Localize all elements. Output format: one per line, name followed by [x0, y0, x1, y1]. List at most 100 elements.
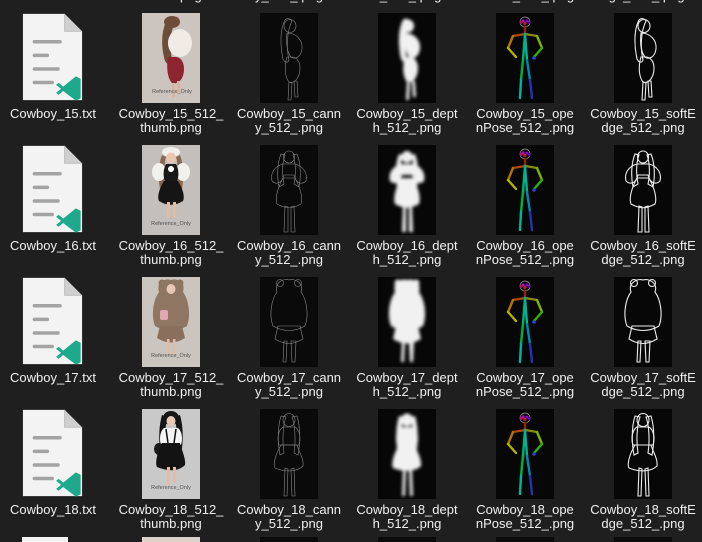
file-name-line: nPose_512_.png: [476, 0, 574, 3]
file-name-line: thumb.png: [140, 120, 202, 135]
file-item-softedge[interactable]: Cowboy_15_softE dge_512_.png: [584, 12, 702, 135]
file-name-line: nPose_512_.png: [475, 120, 575, 135]
file-name-line: Cowboy_16_512_: [118, 238, 224, 253]
file-name-label: Cowboy_15_ope nPose_512_.png: [476, 107, 574, 135]
file-item-partial[interactable]: y_512_.png: [230, 0, 348, 3]
file-name-label: Cowboy_17_ope nPose_512_.png: [476, 371, 574, 399]
file-name-line: Cowboy_16_softE: [590, 238, 696, 253]
file-name-line: y_512_.png: [255, 384, 323, 399]
file-item-softedge[interactable]: Cowboy_16_softE dge_512_.png: [584, 144, 702, 267]
file-item-openpose[interactable]: Cowboy_15_ope nPose_512_.png: [466, 12, 584, 135]
file-item-depth[interactable]: Cowboy_17_dept h_512_.png: [348, 276, 466, 399]
file-item-thumb[interactable]: Reference_Only Cowboy_17_512_ thumb.png: [112, 276, 230, 399]
file-item-partial[interactable]: [584, 536, 702, 542]
file-name-label: Cowboy_17_softE dge_512_.png: [590, 371, 696, 399]
file-name-label: Cowboy_16_dept h_512_.png: [356, 239, 457, 267]
file-item-txt[interactable]: Cowboy_18.txt: [0, 408, 112, 531]
canny-image: [260, 276, 318, 367]
file-name-line: Cowboy_17_512_: [118, 370, 224, 385]
file-name-label: h_512_.png: [373, 0, 442, 3]
file-item-depth[interactable]: Cowboy_16_dept h_512_.png: [348, 144, 466, 267]
file-name-line: thumb.png: [140, 0, 201, 3]
depth-image: [378, 536, 436, 542]
file-name-line: thumb.png: [140, 516, 202, 531]
file-name-line: Cowboy_15_softE: [590, 106, 696, 121]
file-item-partial[interactable]: [0, 0, 112, 3]
file-item-thumb[interactable]: Reference_Only Cowboy_16_512_ thumb.png: [112, 144, 230, 267]
depth-image: [378, 144, 436, 235]
openpose-image: [496, 276, 554, 367]
depth-image: [378, 408, 436, 499]
file-item-softedge[interactable]: Cowboy_18_softE dge_512_.png: [584, 408, 702, 531]
file-name-label: Cowboy_18_cann y_512_.png: [237, 503, 341, 531]
file-item-canny[interactable]: Cowboy_16_cann y_512_.png: [230, 144, 348, 267]
file-name-line: Cowboy_15_512_: [118, 106, 224, 121]
file-item-partial[interactable]: thumb.png: [112, 0, 230, 3]
file-item-partial[interactable]: h_512_.png: [348, 0, 466, 3]
watermark-text: Reference_Only: [151, 221, 191, 227]
openpose-image: [496, 12, 554, 103]
file-item-openpose[interactable]: Cowboy_18_ope nPose_512_.png: [466, 408, 584, 531]
file-item-partial[interactable]: [230, 536, 348, 542]
file-name-line: nPose_512_.png: [475, 252, 575, 267]
file-name-label: Cowboy_15_softE dge_512_.png: [590, 107, 696, 135]
file-name-label: Cowboy_16_cann y_512_.png: [237, 239, 341, 267]
file-name-line: Cowboy_18.txt: [10, 502, 96, 517]
file-name-line: dge_512_.png: [601, 384, 685, 399]
file-name-line: Cowboy_17_ope: [476, 370, 574, 385]
file-name-line: dge_512_.png: [601, 252, 685, 267]
txt-file-icon: [21, 276, 85, 367]
softedge-image: [614, 276, 672, 367]
file-row-cowboy-17: Cowboy_17.txt Reference_Only Cowboy_17_5…: [0, 276, 702, 399]
openpose-image: [496, 536, 554, 542]
file-name-line: Cowboy_18_cann: [236, 502, 342, 517]
thumbnail-image: Reference_Only: [142, 144, 200, 235]
file-row-partial-top: thumb.png y_512_.png h_512_.png nPose_51…: [0, 0, 702, 3]
file-name-label: nPose_512_.png: [476, 0, 574, 3]
file-item-partial[interactable]: [466, 536, 584, 542]
file-item-thumb[interactable]: Reference_Only Cowboy_15_512_ thumb.png: [112, 12, 230, 135]
file-item-partial[interactable]: nPose_512_.png: [466, 0, 584, 3]
file-name-line: dge_512_.png: [601, 516, 685, 531]
file-row-cowboy-16: Cowboy_16.txt Reference_Only Cowboy_16_5…: [0, 144, 702, 267]
thumbnail-image: Reference_Only: [142, 12, 200, 103]
file-name-line: Cowboy_18_dept: [356, 502, 458, 517]
file-name-line: nPose_512_.png: [475, 516, 575, 531]
file-name-line: thumb.png: [140, 384, 202, 399]
file-name-line: Cowboy_16_ope: [476, 238, 574, 253]
file-name-line: Cowboy_15_dept: [356, 106, 458, 121]
file-item-openpose[interactable]: Cowboy_17_ope nPose_512_.png: [466, 276, 584, 399]
file-name-line: Cowboy_18_ope: [476, 502, 574, 517]
file-item-openpose[interactable]: Cowboy_16_ope nPose_512_.png: [466, 144, 584, 267]
file-name-line: y_512_.png: [255, 252, 323, 267]
file-item-partial[interactable]: [112, 536, 230, 542]
file-name-label: Cowboy_18_softE dge_512_.png: [590, 503, 696, 531]
file-item-partial[interactable]: [0, 536, 112, 542]
file-name-label: Cowboy_16.txt: [10, 239, 96, 253]
canny-image: [260, 408, 318, 499]
file-item-softedge[interactable]: Cowboy_17_softE dge_512_.png: [584, 276, 702, 399]
file-name-label: Cowboy_15_dept h_512_.png: [356, 107, 457, 135]
file-name-label: thumb.png: [140, 0, 201, 3]
file-name-line: y_512_.png: [255, 0, 323, 3]
depth-image: [378, 276, 436, 367]
file-item-thumb[interactable]: Reference_Only Cowboy_18_512_ thumb.png: [112, 408, 230, 531]
file-item-txt[interactable]: Cowboy_16.txt: [0, 144, 112, 267]
file-item-depth[interactable]: Cowboy_15_dept h_512_.png: [348, 12, 466, 135]
txt-file-icon: [21, 144, 85, 235]
file-item-depth[interactable]: Cowboy_18_dept h_512_.png: [348, 408, 466, 531]
file-name-label: dge_512_.png: [601, 0, 684, 3]
file-item-partial[interactable]: [348, 536, 466, 542]
file-name-line: Cowboy_16_dept: [356, 238, 458, 253]
file-item-canny[interactable]: Cowboy_17_cann y_512_.png: [230, 276, 348, 399]
file-item-canny[interactable]: Cowboy_15_cann y_512_.png: [230, 12, 348, 135]
file-name-line: dge_512_.png: [601, 0, 684, 3]
file-name-line: Cowboy_15.txt: [10, 106, 96, 121]
file-item-txt[interactable]: Cowboy_17.txt: [0, 276, 112, 399]
file-item-txt[interactable]: Cowboy_15.txt: [0, 12, 112, 135]
file-item-canny[interactable]: Cowboy_18_cann y_512_.png: [230, 408, 348, 531]
thumbnail-image: Reference_Only: [142, 408, 200, 499]
file-name-label: Cowboy_17.txt: [10, 371, 96, 385]
file-name-label: Cowboy_17_dept h_512_.png: [356, 371, 457, 399]
file-item-partial[interactable]: dge_512_.png: [584, 0, 702, 3]
